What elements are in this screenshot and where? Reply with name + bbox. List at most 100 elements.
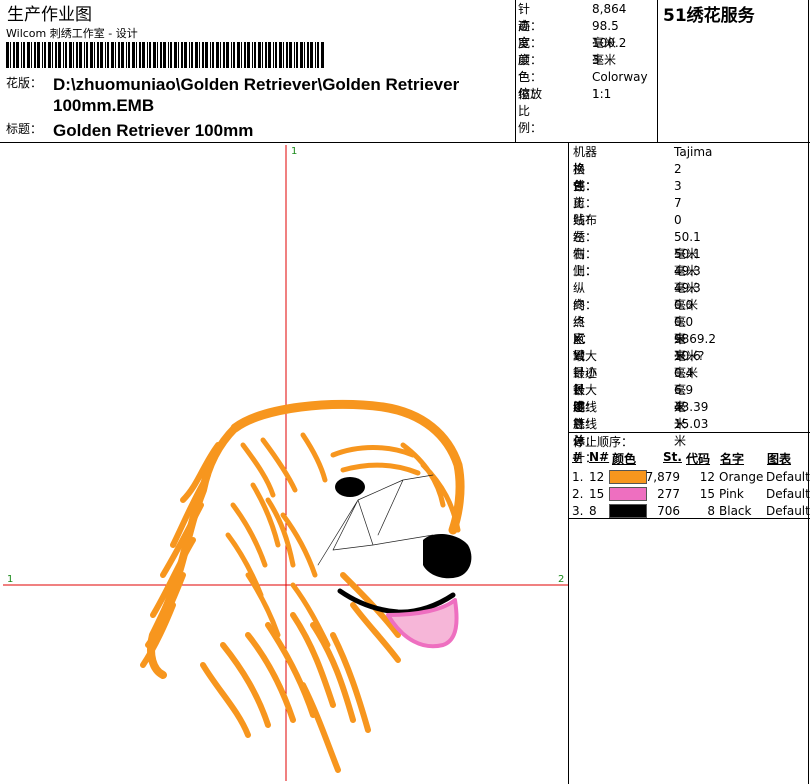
- barcode-bar: [168, 42, 169, 68]
- seq-chart: Default: [766, 487, 810, 501]
- barcode-bar: [37, 42, 40, 68]
- barcode-bar: [195, 42, 198, 68]
- dog-nose: [423, 533, 472, 579]
- barcode-bar: [48, 42, 51, 68]
- seq-num: 3.: [572, 504, 584, 518]
- barcode-bar: [94, 42, 95, 68]
- barcode-bar: [275, 42, 277, 68]
- barcode-bar: [153, 42, 156, 68]
- barcode-bar: [210, 42, 211, 68]
- barcode-bar: [160, 42, 162, 68]
- seq-needle: 8: [589, 504, 597, 518]
- barcode-bar: [233, 42, 235, 68]
- barcode-bar: [73, 42, 74, 68]
- axis-label-top: 1: [291, 146, 297, 157]
- col-name: 名字: [720, 452, 745, 466]
- brand-name: 51绣花服务: [663, 6, 755, 26]
- col-code: 代码: [686, 452, 711, 466]
- seq-stitches: 706: [657, 504, 680, 518]
- machine-info-value: 15.03米: [674, 417, 709, 448]
- page-subtitle: Wilcom 刺绣工作室 - 设计: [6, 27, 138, 40]
- barcode-bar: [315, 42, 316, 68]
- barcode-bar: [55, 42, 57, 68]
- barcode-bar: [252, 42, 253, 68]
- barcode-bar: [317, 42, 319, 68]
- barcode-bar: [181, 42, 183, 68]
- barcode-bar: [254, 42, 256, 68]
- barcode-bar: [126, 42, 127, 68]
- barcode-bar: [283, 42, 284, 68]
- design-path: D:\zhuomuniao\Golden Retriever\Golden Re…: [53, 75, 460, 115]
- barcode-bar: [163, 42, 166, 68]
- barcode-bar: [105, 42, 106, 68]
- barcode-bar: [247, 42, 250, 68]
- title-label: 标题：: [6, 122, 43, 136]
- barcode-bar: [310, 42, 313, 68]
- machine-info-value: 0: [674, 213, 682, 227]
- color-swatch: [609, 470, 647, 484]
- barcode-bar: [84, 42, 85, 68]
- barcode-bar: [86, 42, 88, 68]
- barcode-bar: [184, 42, 187, 68]
- seq-name: Black: [719, 504, 752, 518]
- col-chart: 图表: [767, 452, 792, 466]
- barcode-bar: [132, 42, 135, 68]
- barcode-bar: [142, 42, 145, 68]
- barcode-bar: [115, 42, 116, 68]
- barcode-bar: [321, 42, 324, 68]
- barcode-bar: [220, 42, 221, 68]
- barcode-bar: [121, 42, 124, 68]
- barcode-bar: [31, 42, 32, 68]
- barcode-bar: [300, 42, 303, 68]
- barcode-bar: [241, 42, 242, 68]
- barcode-bar: [178, 42, 179, 68]
- machine-info-key: 上：: [573, 264, 598, 278]
- barcode-bar: [296, 42, 298, 68]
- dog-eye: [335, 477, 365, 497]
- barcode-bar: [16, 42, 19, 68]
- barcode-bar: [294, 42, 295, 68]
- barcode-bar: [128, 42, 130, 68]
- barcode-bar: [304, 42, 305, 68]
- barcode-bar: [189, 42, 190, 68]
- barcode-bar: [139, 42, 141, 68]
- title-value: Golden Retriever 100mm: [53, 121, 254, 140]
- barcode-bar: [90, 42, 93, 68]
- barcode-bar: [21, 42, 22, 68]
- seq-code: 15: [699, 487, 715, 501]
- barcode-bar: [23, 42, 25, 68]
- seq-needle: 12: [589, 470, 605, 484]
- right-border: [808, 0, 809, 784]
- barcode-bar: [174, 42, 177, 68]
- barcode-bar: [258, 42, 261, 68]
- seq-name: Pink: [719, 487, 744, 501]
- col-stitches: St.: [663, 450, 682, 464]
- barcode-bar: [262, 42, 263, 68]
- barcode-bar: [79, 42, 82, 68]
- axis-label-left: 1: [7, 574, 13, 585]
- barcode-bar: [42, 42, 43, 68]
- barcode-bar: [100, 42, 103, 68]
- color-swatch: [609, 504, 647, 518]
- barcode-bar: [111, 42, 114, 68]
- barcode-bar: [265, 42, 267, 68]
- col-needle: N#: [589, 450, 610, 464]
- barcode-bar: [13, 42, 15, 68]
- seq-chart: Default: [766, 470, 810, 484]
- dog-ear-outline: [147, 424, 239, 679]
- header-divider: [0, 142, 810, 143]
- seq-num: 2.: [572, 487, 584, 501]
- machine-info-value: Tajima: [674, 145, 713, 159]
- barcode-bar: [6, 42, 9, 68]
- barcode-bar: [170, 42, 172, 68]
- barcode-bar: [199, 42, 200, 68]
- barcode-bar: [34, 42, 36, 68]
- stop-sequence-heading: 停止顺序：: [573, 435, 634, 449]
- barcode-bar: [226, 42, 229, 68]
- color-swatch: [609, 487, 647, 501]
- header-vdivider-2: [657, 0, 658, 143]
- dog-face-fur: [225, 432, 331, 648]
- barcode: [6, 42, 324, 68]
- canvas-right-border: [568, 142, 569, 784]
- seq-num: 1.: [572, 470, 584, 484]
